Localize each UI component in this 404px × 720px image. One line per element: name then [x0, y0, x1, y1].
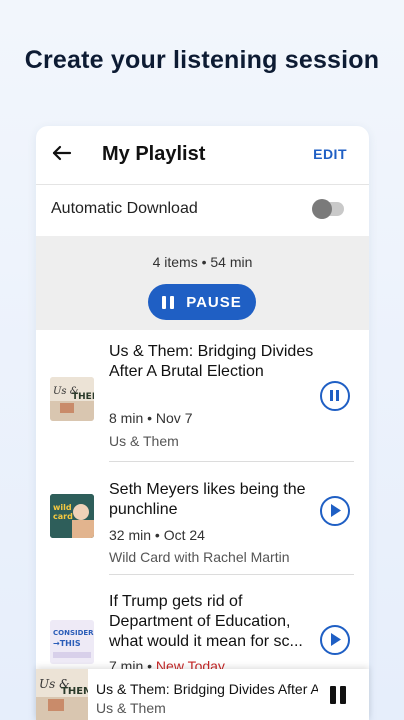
pause-icon [330, 686, 336, 704]
mini-player-title: Us & Them: Bridging Divides After A [96, 681, 318, 697]
episode-meta: 32 min • Oct 24 [109, 527, 205, 543]
episode-thumbnail: CONSIDER →THIS [50, 620, 94, 664]
play-icon [331, 633, 341, 646]
episode-title-line: Department of Education, [109, 613, 291, 630]
svg-text:CONSIDER: CONSIDER [53, 629, 94, 637]
pause-icon [162, 295, 175, 309]
episode-show: Wild Card with Rachel Martin [109, 549, 290, 565]
episode-title: Us & Them: Bridging Divides After A Brut… [109, 343, 314, 380]
mini-player-show: Us & Them [96, 700, 166, 716]
playlist-card: My Playlist EDIT Automatic Download 4 it… [36, 126, 369, 720]
pause-icon [330, 390, 339, 401]
page-headline: Create your listening session [24, 46, 380, 74]
automatic-download-toggle[interactable] [312, 199, 344, 219]
svg-text:card: card [53, 512, 73, 521]
episode-list: Us & THEM Us & Them: Bridging Divides Af… [36, 330, 369, 720]
toggle-knob [312, 199, 332, 219]
playlist-toolbar: My Playlist EDIT [36, 126, 369, 184]
pause-all-button[interactable]: PAUSE [148, 284, 256, 320]
mini-player[interactable]: Us & THEM Us & Them: Bridging Divides Af… [36, 669, 369, 720]
automatic-download-row: Automatic Download [36, 184, 369, 236]
arrow-left-icon [52, 145, 72, 161]
episode-play-button[interactable] [320, 625, 350, 655]
mini-player-pause-button[interactable] [330, 686, 350, 706]
pause-all-label: PAUSE [186, 293, 242, 311]
playlist-summary-text: 4 items • 54 min [152, 254, 253, 270]
episode-title-line: what would it mean for sc... [109, 633, 303, 650]
episode-thumbnail: wild card [50, 494, 94, 538]
back-button[interactable] [50, 140, 76, 166]
list-separator [109, 461, 354, 462]
svg-text:wild: wild [53, 503, 72, 512]
svg-text:THEM: THEM [61, 686, 88, 697]
mini-player-thumbnail: Us & THEM [36, 669, 88, 720]
episode-play-button[interactable] [320, 496, 350, 526]
play-icon [331, 504, 341, 517]
episode-meta: 8 min • Nov 7 [109, 410, 193, 426]
episode-title-line: If Trump gets rid of [109, 593, 243, 610]
episode-show: Us & Them [109, 433, 179, 449]
automatic-download-label: Automatic Download [51, 200, 198, 217]
episode-title: If Trump gets rid of Department of Educa… [109, 592, 323, 652]
episode-thumbnail: Us & THEM [50, 377, 94, 421]
svg-text:THEM: THEM [72, 392, 94, 402]
svg-text:→THIS: →THIS [53, 639, 81, 648]
episode-title: Seth Meyers likes being the punchline [109, 481, 306, 518]
episode-pause-button[interactable] [320, 381, 350, 411]
edit-button[interactable]: EDIT [313, 146, 347, 162]
page-title: My Playlist [102, 143, 206, 165]
list-separator [109, 574, 354, 575]
